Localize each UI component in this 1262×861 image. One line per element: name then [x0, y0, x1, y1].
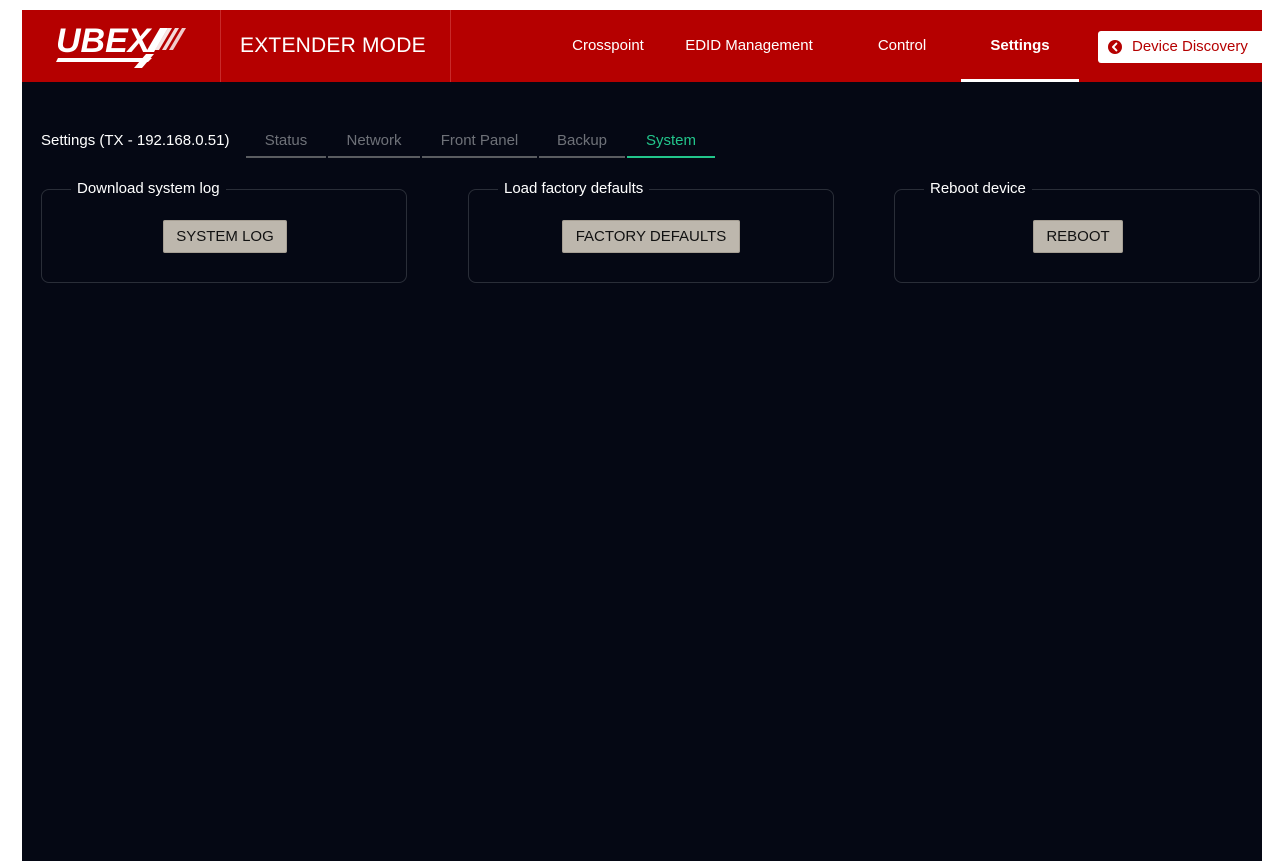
- nav-settings[interactable]: Settings: [961, 10, 1079, 82]
- download-system-log-panel: Download system log SYSTEM LOG: [41, 180, 407, 283]
- top-navigation-bar: UBEX EXTENDER MODE Crosspoint EDID Manag…: [22, 10, 1262, 82]
- tab-backup[interactable]: Backup: [539, 130, 625, 158]
- tab-system[interactable]: System: [627, 130, 715, 158]
- logo-text: UBEX: [56, 22, 153, 60]
- device-discovery-label: Device Discovery: [1132, 38, 1248, 55]
- app-window: UBEX EXTENDER MODE Crosspoint EDID Manag…: [22, 10, 1262, 861]
- nav-control[interactable]: Control: [860, 10, 944, 82]
- nav-crosspoint[interactable]: Crosspoint: [558, 10, 658, 82]
- header-divider: [220, 10, 221, 82]
- tab-network[interactable]: Network: [328, 130, 420, 158]
- reboot-device-panel: Reboot device REBOOT: [894, 180, 1260, 283]
- device-discovery-button[interactable]: Device Discovery: [1098, 31, 1262, 63]
- mode-title: EXTENDER MODE: [240, 34, 426, 57]
- panel-legend: Load factory defaults: [498, 180, 650, 197]
- panel-legend: Reboot device: [924, 180, 1032, 197]
- tab-front-panel[interactable]: Front Panel: [422, 130, 537, 158]
- system-log-button[interactable]: SYSTEM LOG: [163, 220, 287, 253]
- ubex-logo[interactable]: UBEX: [56, 22, 188, 68]
- settings-title: Settings (TX - 192.168.0.51): [41, 132, 230, 149]
- chevron-left-circle-icon: [1108, 40, 1122, 54]
- factory-defaults-button[interactable]: FACTORY DEFAULTS: [562, 220, 740, 253]
- panel-legend: Download system log: [71, 180, 226, 197]
- tab-status[interactable]: Status: [246, 130, 326, 158]
- nav-edid-management[interactable]: EDID Management: [673, 10, 825, 82]
- header-divider: [450, 10, 451, 82]
- reboot-button[interactable]: REBOOT: [1033, 220, 1123, 253]
- load-factory-defaults-panel: Load factory defaults FACTORY DEFAULTS: [468, 180, 834, 283]
